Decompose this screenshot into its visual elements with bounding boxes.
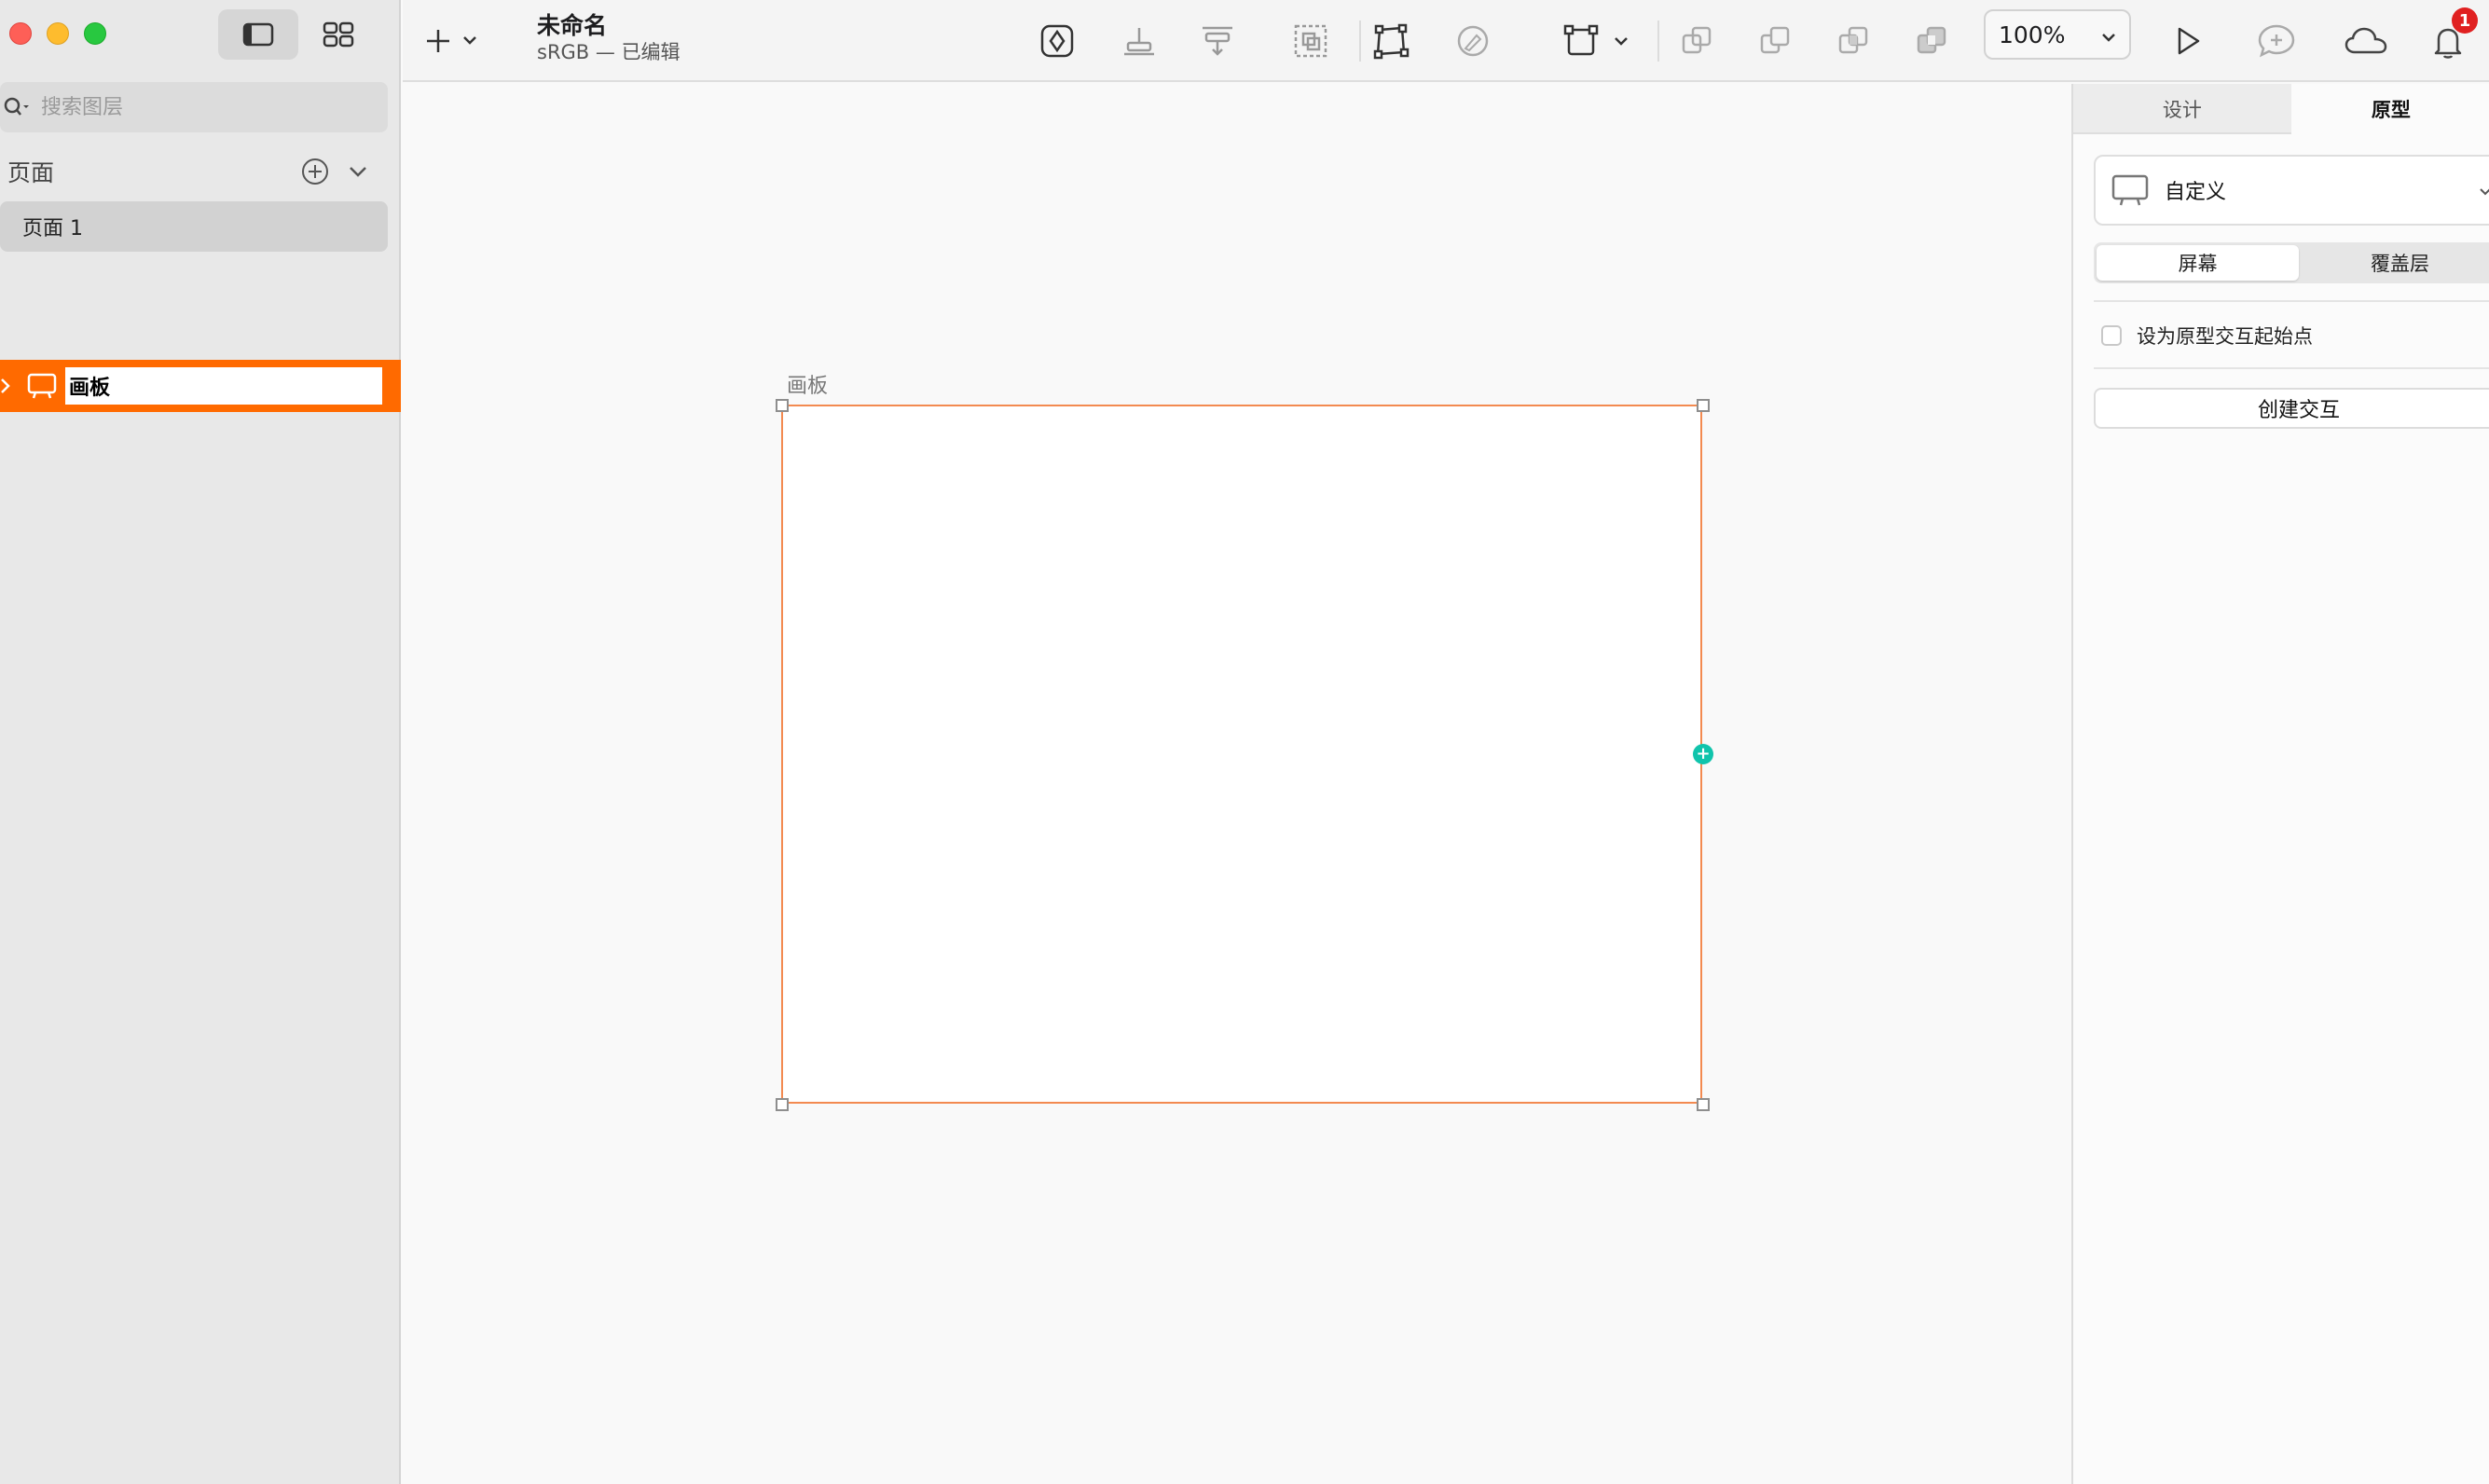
create-symbol-button[interactable] (1029, 13, 1085, 69)
difference-icon (1917, 26, 1946, 54)
artboard[interactable] (781, 405, 1702, 1104)
pages-header: 页面 (0, 153, 388, 190)
inspector-tabs: 设计 原型 (2073, 84, 2489, 134)
union-button[interactable] (1669, 13, 1725, 69)
align-bottom-button[interactable] (1111, 13, 1167, 69)
pen-disabled-icon (1457, 25, 1489, 57)
comment-button[interactable] (2248, 13, 2304, 69)
segment-overlay[interactable]: 覆盖层 (2299, 245, 2489, 281)
zoom-value: 100% (1999, 21, 2066, 48)
resize-handle-top-right[interactable] (1697, 399, 1710, 412)
segment-screen[interactable]: 屏幕 (2097, 245, 2299, 281)
canvas-view-button[interactable] (218, 9, 298, 60)
comment-icon (2258, 24, 2295, 58)
align-bottom-icon (1124, 28, 1154, 56)
page-item[interactable]: 页面 1 (0, 201, 388, 252)
canvas-view-icon (242, 22, 274, 47)
start-point-label: 设为原型交互起始点 (2137, 325, 2313, 348)
document-subtitle: sRGB — 已编辑 (537, 41, 681, 63)
layer-row-artboard[interactable]: 画板 (0, 360, 401, 412)
pages-title: 页面 (7, 159, 55, 186)
notification-badge: 1 (2452, 7, 2478, 34)
start-point-row[interactable]: 设为原型交互起始点 (2094, 319, 2313, 352)
zoom-select[interactable]: 100% (1984, 9, 2131, 60)
insert-button[interactable] (425, 13, 481, 69)
plus-icon (427, 30, 476, 52)
plus-circle-icon (302, 158, 328, 185)
search-input[interactable] (41, 95, 358, 119)
mask-icon (1294, 24, 1327, 58)
preview-button[interactable] (2159, 13, 2215, 69)
toolbar: 未命名 sRGB — 已编辑 100% 1 (403, 0, 2489, 82)
distribute-icon (1203, 26, 1232, 56)
chevron-right-icon[interactable] (0, 377, 13, 395)
distribute-button[interactable] (1189, 13, 1245, 69)
close-window-button[interactable] (9, 22, 32, 45)
resize-handle-bottom-right[interactable] (1697, 1098, 1710, 1111)
symbol-icon (1040, 24, 1074, 58)
subtract-icon (1760, 26, 1790, 54)
toolbar-separator (1359, 21, 1361, 62)
artboard-device-icon (2111, 174, 2149, 206)
subtract-button[interactable] (1747, 13, 1803, 69)
transform-button[interactable] (1363, 13, 1419, 69)
cloud-button[interactable] (2338, 13, 2394, 69)
page-item-label: 页面 1 (22, 217, 83, 240)
device-label: 自定义 (2165, 181, 2227, 204)
artboard-label[interactable]: 画板 (787, 369, 828, 399)
tab-prototype[interactable]: 原型 (2290, 84, 2489, 134)
transform-icon (1373, 23, 1410, 60)
collapse-pages-button[interactable] (347, 160, 369, 186)
start-point-checkbox[interactable] (2101, 325, 2122, 346)
components-view-button[interactable] (298, 9, 378, 60)
play-icon (2178, 27, 2200, 55)
minimize-window-button[interactable] (47, 22, 69, 45)
divider (2094, 300, 2489, 302)
grid-icon (323, 21, 354, 48)
resize-icon (1563, 24, 1628, 56)
resize-handle-bottom-left[interactable] (776, 1098, 789, 1111)
canvas[interactable]: 画板 + (403, 84, 2071, 1484)
chevron-down-icon (2102, 34, 2115, 42)
resize-button[interactable] (1557, 13, 1641, 69)
inspector-panel: 设计 原型 自定义 屏幕 覆盖层 设为原型交互起始点 创建交互 (2071, 84, 2489, 1484)
add-page-button[interactable] (300, 157, 330, 190)
resize-handle-top-left[interactable] (776, 399, 789, 412)
layer-name: 画板 (69, 377, 111, 400)
divider (2094, 367, 2489, 369)
union-icon (1682, 26, 1712, 54)
difference-button[interactable] (1904, 13, 1960, 69)
layer-search[interactable] (0, 82, 388, 132)
create-interaction-button[interactable]: 创建交互 (2094, 388, 2489, 429)
chevron-down-icon (350, 167, 366, 177)
intersect-icon (1838, 26, 1868, 54)
flow-type-segmented-control: 屏幕 覆盖层 (2094, 242, 2489, 283)
cloud-icon (2345, 27, 2387, 54)
tab-design[interactable]: 设计 (2073, 84, 2291, 134)
layers-sidebar: 页面 页面 1 画板 (0, 0, 401, 1484)
artboard-icon (27, 373, 57, 399)
layer-name-input[interactable]: 画板 (65, 367, 382, 405)
add-connection-handle[interactable]: + (1693, 744, 1713, 764)
search-icon (4, 97, 29, 116)
toolbar-separator (1657, 21, 1659, 62)
intersect-button[interactable] (1825, 13, 1881, 69)
device-select[interactable]: 自定义 (2094, 155, 2489, 226)
document-title: 未命名 (537, 12, 608, 39)
mask-button[interactable] (1283, 13, 1339, 69)
edit-vector-button[interactable] (1445, 13, 1501, 69)
chevron-down-icon (2480, 188, 2489, 196)
zoom-window-button[interactable] (84, 22, 106, 45)
